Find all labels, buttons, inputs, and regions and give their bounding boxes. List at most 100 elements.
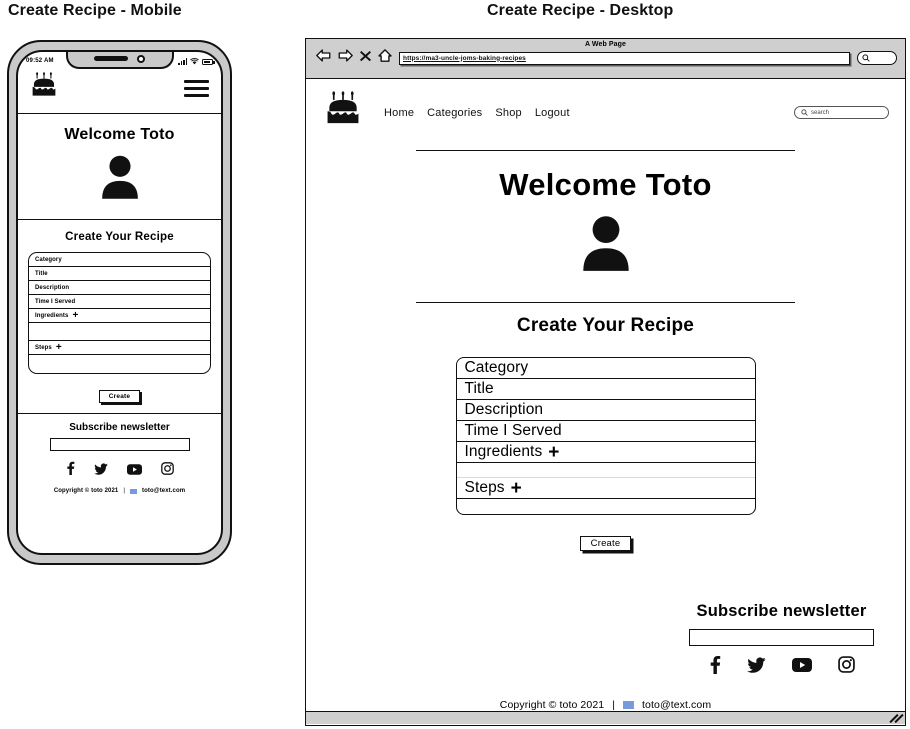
phone-frame: 09:52 AM Welcome Toto Create Your Recipe… [7, 40, 232, 565]
desktop-social-links [674, 646, 889, 679]
twitter-icon[interactable] [746, 656, 766, 678]
cake-logo-icon[interactable] [30, 72, 58, 105]
desktop-section-title: Create Your Recipe [516, 315, 695, 336]
browser-window-title: A Web Page [584, 41, 627, 48]
mail-icon [623, 701, 635, 709]
chrome-search-box[interactable] [857, 51, 897, 65]
form-row[interactable]: Category [29, 253, 210, 267]
browser-chrome: A Web Page https://ma3-uncle-joms-baking… [306, 39, 905, 79]
mobile-caption: Create Recipe - Mobile [8, 2, 182, 19]
youtube-icon[interactable] [791, 657, 812, 677]
site-search-placeholder: search [811, 109, 830, 116]
status-indicators [178, 57, 215, 65]
contact-email[interactable]: toto@text.com [642, 699, 711, 711]
twitter-icon[interactable] [93, 462, 108, 480]
newsletter-email-input[interactable] [49, 438, 190, 451]
mail-icon [130, 488, 138, 494]
add-ingredient-icon[interactable]: + [548, 443, 559, 462]
copyright-text: Copyright © toto 2021 [499, 699, 605, 711]
copyright-separator: | [612, 699, 616, 711]
desktop-recipe-form: Category Title Description Time I Served… [455, 357, 756, 515]
user-avatar-icon [582, 216, 629, 271]
resize-grip-icon[interactable] [889, 713, 904, 724]
desktop-user-avatar [306, 207, 905, 294]
mobile-user-avatar [18, 150, 221, 219]
add-ingredient-icon[interactable]: + [72, 311, 78, 321]
youtube-icon[interactable] [126, 462, 142, 480]
form-row[interactable]: Description [29, 281, 210, 295]
status-time: 09:52 AM [26, 58, 54, 64]
facebook-icon[interactable] [66, 461, 75, 480]
form-row[interactable]: Steps + [29, 341, 210, 355]
desktop-welcome-heading: Welcome Toto [499, 167, 712, 202]
form-row-label: Steps [464, 479, 505, 496]
home-icon[interactable] [378, 49, 392, 67]
web-page-content: Home Categories Shop Logout search Welco… [306, 79, 905, 711]
back-arrow-icon[interactable] [316, 49, 331, 67]
forward-arrow-icon[interactable] [338, 49, 353, 67]
form-row-label: Steps [35, 344, 52, 351]
table-row[interactable]: Category [456, 358, 755, 379]
instagram-icon[interactable] [160, 461, 174, 480]
form-row[interactable] [29, 355, 210, 373]
form-row-label: Title [35, 270, 48, 277]
form-row-label: Description [464, 401, 544, 418]
desktop-subscribe-title: Subscribe newsletter [696, 602, 867, 620]
browser-window: A Web Page https://ma3-uncle-joms-baking… [305, 38, 906, 726]
search-icon [862, 54, 870, 62]
form-row[interactable]: Time I Served [29, 295, 210, 309]
form-row-label: Category [464, 359, 529, 376]
mobile-social-links [18, 451, 221, 488]
stop-close-icon[interactable] [360, 49, 371, 67]
desktop-footer: Subscribe newsletter Copyright © toto 20… [306, 602, 905, 711]
desktop-navbar: Home Categories Shop Logout search [306, 79, 905, 142]
form-row-label: Ingredients [464, 443, 543, 460]
desktop-caption: Create Recipe - Desktop [487, 2, 674, 19]
table-row[interactable]: Ingredients + [456, 442, 755, 463]
newsletter-email-input[interactable] [689, 629, 874, 646]
form-row-label: Ingredients [35, 312, 69, 319]
mobile-recipe-form: Category Title Description Time I Served… [28, 252, 211, 374]
mobile-create-area: Create [18, 374, 221, 413]
add-step-icon[interactable]: + [511, 479, 522, 498]
add-step-icon[interactable]: + [56, 343, 62, 353]
signal-icon [178, 58, 187, 65]
cake-logo-icon[interactable] [324, 91, 362, 134]
desktop-copyright: Copyright © toto 2021 | toto@text.com [306, 679, 905, 711]
mobile-copyright: Copyright © toto 2021 | toto@text.com [18, 488, 221, 502]
status-bar: 09:52 AM [18, 52, 221, 70]
instagram-icon[interactable] [837, 656, 855, 678]
form-row[interactable] [29, 323, 210, 341]
form-row-label: Time I Served [464, 422, 562, 439]
url-address-bar[interactable]: https://ma3-uncle-joms-baking-recipes [399, 51, 850, 65]
form-row-label: Category [35, 256, 62, 263]
nav-link-categories[interactable]: Categories [427, 107, 482, 119]
nav-link-home[interactable]: Home [384, 107, 414, 119]
battery-icon [202, 58, 215, 65]
form-row[interactable]: Title [29, 267, 210, 281]
table-row[interactable] [457, 499, 755, 514]
form-row[interactable]: Ingredients + [29, 309, 210, 323]
facebook-icon[interactable] [709, 655, 721, 679]
wireframe-canvas: Create Recipe - Mobile Create Recipe - D… [0, 0, 910, 729]
mobile-subscribe-title: Subscribe newsletter [69, 422, 170, 433]
user-avatar-icon [101, 155, 138, 199]
table-row[interactable]: Description [456, 400, 755, 421]
contact-email[interactable]: toto@text.com [142, 488, 185, 494]
search-icon [801, 109, 808, 116]
newsletter-block: Subscribe newsletter [674, 602, 889, 679]
nav-link-logout[interactable]: Logout [535, 107, 570, 119]
mobile-welcome-heading: Welcome Toto [64, 126, 175, 143]
site-search-box[interactable]: search [794, 106, 889, 119]
create-button[interactable]: Create [579, 536, 632, 551]
table-row[interactable]: Time I Served [456, 421, 755, 442]
mobile-navbar [18, 70, 221, 114]
create-button[interactable]: Create [98, 390, 141, 403]
hamburger-menu-icon[interactable] [184, 79, 209, 98]
table-row[interactable] [456, 463, 755, 478]
nav-link-shop[interactable]: Shop [495, 107, 522, 119]
browser-status-bar [306, 711, 905, 724]
table-row[interactable]: Title [456, 379, 755, 400]
wifi-icon [190, 57, 199, 64]
table-row[interactable]: Steps + [456, 478, 755, 499]
